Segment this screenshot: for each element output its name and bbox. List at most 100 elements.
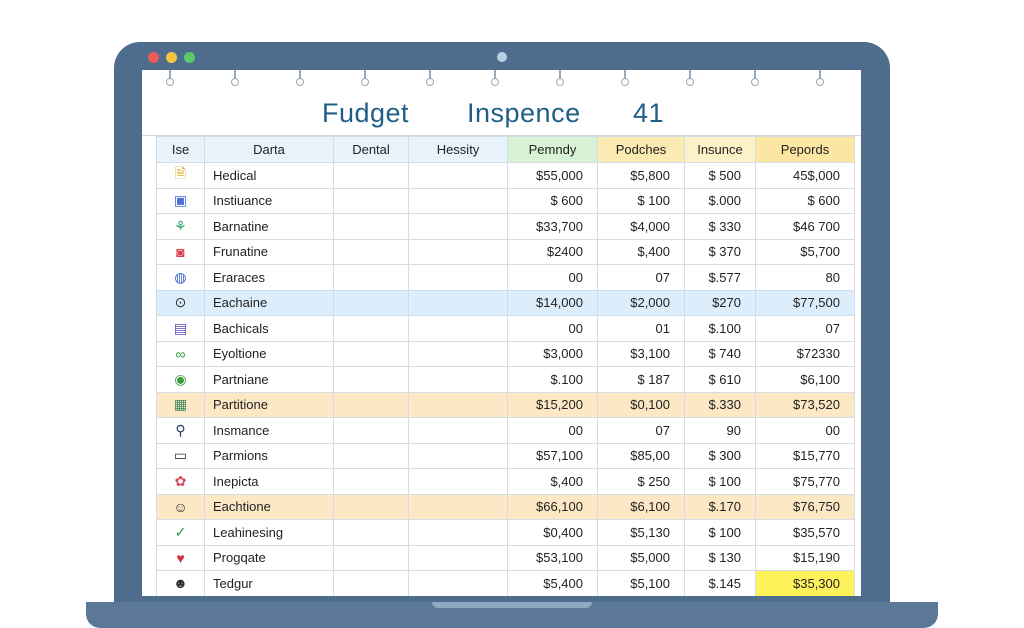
table-cell[interactable]: $6,100 xyxy=(597,493,685,520)
row-label[interactable]: Eraraces xyxy=(204,264,334,291)
table-cell[interactable] xyxy=(333,162,409,189)
table-cell[interactable] xyxy=(333,315,409,342)
table-cell[interactable] xyxy=(333,417,409,444)
row-label[interactable]: Hedical xyxy=(204,162,334,189)
row-label[interactable]: Insmance xyxy=(204,417,334,444)
table-cell[interactable] xyxy=(333,544,409,571)
row-label[interactable]: Frunatine xyxy=(204,238,334,265)
table-cell[interactable]: $270 xyxy=(684,289,756,316)
table-cell[interactable]: 07 xyxy=(755,315,855,342)
row-label[interactable]: Parmions xyxy=(204,442,334,469)
table-row[interactable]: ◍ Eraraces 00 07 $.577 80 xyxy=(156,264,855,291)
table-cell[interactable]: $5,700 xyxy=(755,238,855,265)
table-cell[interactable] xyxy=(333,289,409,316)
table-row[interactable]: ▭ Parmions $57,100 $85,00 $ 300 $15,770 xyxy=(156,442,855,469)
table-cell[interactable]: $ 740 xyxy=(684,340,756,367)
table-cell[interactable] xyxy=(333,519,409,546)
table-cell[interactable]: $2,000 xyxy=(597,289,685,316)
table-cell[interactable] xyxy=(408,417,508,444)
table-cell[interactable]: $0,100 xyxy=(597,391,685,418)
table-cell[interactable]: 90 xyxy=(684,417,756,444)
table-cell[interactable]: $3,100 xyxy=(597,340,685,367)
table-cell[interactable]: $15,200 xyxy=(507,391,598,418)
table-cell[interactable]: 01 xyxy=(597,315,685,342)
column-header[interactable]: Darta xyxy=(204,136,334,163)
column-header[interactable]: Insunce xyxy=(684,136,756,163)
table-cell[interactable] xyxy=(408,162,508,189)
table-row[interactable]: ◉ Partniane $.100 $ 187 $ 610 $6,100 xyxy=(156,366,855,393)
row-label[interactable]: Partitione xyxy=(204,391,334,418)
table-cell[interactable] xyxy=(408,340,508,367)
table-cell[interactable]: 07 xyxy=(597,264,685,291)
table-cell[interactable] xyxy=(408,213,508,240)
table-cell[interactable] xyxy=(408,289,508,316)
table-cell[interactable]: $5,800 xyxy=(597,162,685,189)
column-header[interactable]: Ise xyxy=(156,136,205,163)
table-cell[interactable] xyxy=(408,468,508,495)
table-cell[interactable]: $35,570 xyxy=(755,519,855,546)
row-label[interactable]: Bachicals xyxy=(204,315,334,342)
row-label[interactable]: Eachtione xyxy=(204,493,334,520)
table-cell[interactable]: $.100 xyxy=(507,366,598,393)
table-row[interactable]: ▦ Partitione $15,200 $0,100 $.330 $73,520 xyxy=(156,391,855,418)
table-cell[interactable]: $35,300 xyxy=(755,570,855,596)
table-row[interactable]: ◙ Frunatine $2400 $,400 $ 370 $5,700 xyxy=(156,238,855,265)
table-cell[interactable]: $5,100 xyxy=(597,570,685,596)
table-cell[interactable] xyxy=(333,366,409,393)
row-label[interactable]: Partniane xyxy=(204,366,334,393)
table-cell[interactable] xyxy=(408,544,508,571)
column-header[interactable]: Hessity xyxy=(408,136,508,163)
table-cell[interactable]: $5,400 xyxy=(507,570,598,596)
table-cell[interactable] xyxy=(333,493,409,520)
table-cell[interactable]: $ 370 xyxy=(684,238,756,265)
table-cell[interactable]: $77,500 xyxy=(755,289,855,316)
table-cell[interactable] xyxy=(408,519,508,546)
table-row[interactable]: ▣ Instiuance $ 600 $ 100 $.000 $ 600 xyxy=(156,187,855,214)
table-cell[interactable] xyxy=(408,391,508,418)
table-cell[interactable] xyxy=(408,238,508,265)
table-row[interactable]: ✿ Inepicta $,400 $ 250 $ 100 $75,770 xyxy=(156,468,855,495)
table-cell[interactable]: $ 300 xyxy=(684,442,756,469)
table-cell[interactable] xyxy=(408,442,508,469)
table-cell[interactable]: $73,520 xyxy=(755,391,855,418)
table-cell[interactable]: 00 xyxy=(507,315,598,342)
table-row[interactable]: ⚘ Barnatine $33,700 $4,000 $ 330 $46 700 xyxy=(156,213,855,240)
row-label[interactable]: Tedgur xyxy=(204,570,334,596)
table-cell[interactable] xyxy=(333,213,409,240)
table-cell[interactable] xyxy=(333,391,409,418)
table-cell[interactable]: 00 xyxy=(507,417,598,444)
table-cell[interactable]: $57,100 xyxy=(507,442,598,469)
table-cell[interactable]: $ 500 xyxy=(684,162,756,189)
table-cell[interactable]: $55,000 xyxy=(507,162,598,189)
table-cell[interactable] xyxy=(408,187,508,214)
table-cell[interactable] xyxy=(408,493,508,520)
table-cell[interactable]: $ 187 xyxy=(597,366,685,393)
table-cell[interactable] xyxy=(333,264,409,291)
table-cell[interactable]: $ 330 xyxy=(684,213,756,240)
column-header[interactable]: Pemndy xyxy=(507,136,598,163)
row-label[interactable]: Barnatine xyxy=(204,213,334,240)
table-cell[interactable]: $72330 xyxy=(755,340,855,367)
table-cell[interactable] xyxy=(408,366,508,393)
table-row[interactable]: ▤ Bachicals 00 01 $.100 07 xyxy=(156,315,855,342)
table-cell[interactable]: $ 100 xyxy=(684,519,756,546)
table-cell[interactable]: $.170 xyxy=(684,493,756,520)
table-cell[interactable]: $15,190 xyxy=(755,544,855,571)
table-cell[interactable]: $.145 xyxy=(684,570,756,596)
table-cell[interactable]: $66,100 xyxy=(507,493,598,520)
table-cell[interactable]: $ 100 xyxy=(597,187,685,214)
row-label[interactable]: Instiuance xyxy=(204,187,334,214)
table-cell[interactable] xyxy=(333,468,409,495)
table-cell[interactable]: $15,770 xyxy=(755,442,855,469)
table-cell[interactable]: $,400 xyxy=(597,238,685,265)
row-label[interactable]: Inepicta xyxy=(204,468,334,495)
table-row[interactable]: ⚲ Insmance 00 07 90 00 xyxy=(156,417,855,444)
table-row[interactable]: ☺ Eachtione $66,100 $6,100 $.170 $76,750 xyxy=(156,493,855,520)
table-cell[interactable]: $.577 xyxy=(684,264,756,291)
table-cell[interactable]: $0,400 xyxy=(507,519,598,546)
table-cell[interactable] xyxy=(333,570,409,596)
table-cell[interactable] xyxy=(408,264,508,291)
row-label[interactable]: Progqate xyxy=(204,544,334,571)
table-cell[interactable]: $76,750 xyxy=(755,493,855,520)
table-cell[interactable]: $.000 xyxy=(684,187,756,214)
